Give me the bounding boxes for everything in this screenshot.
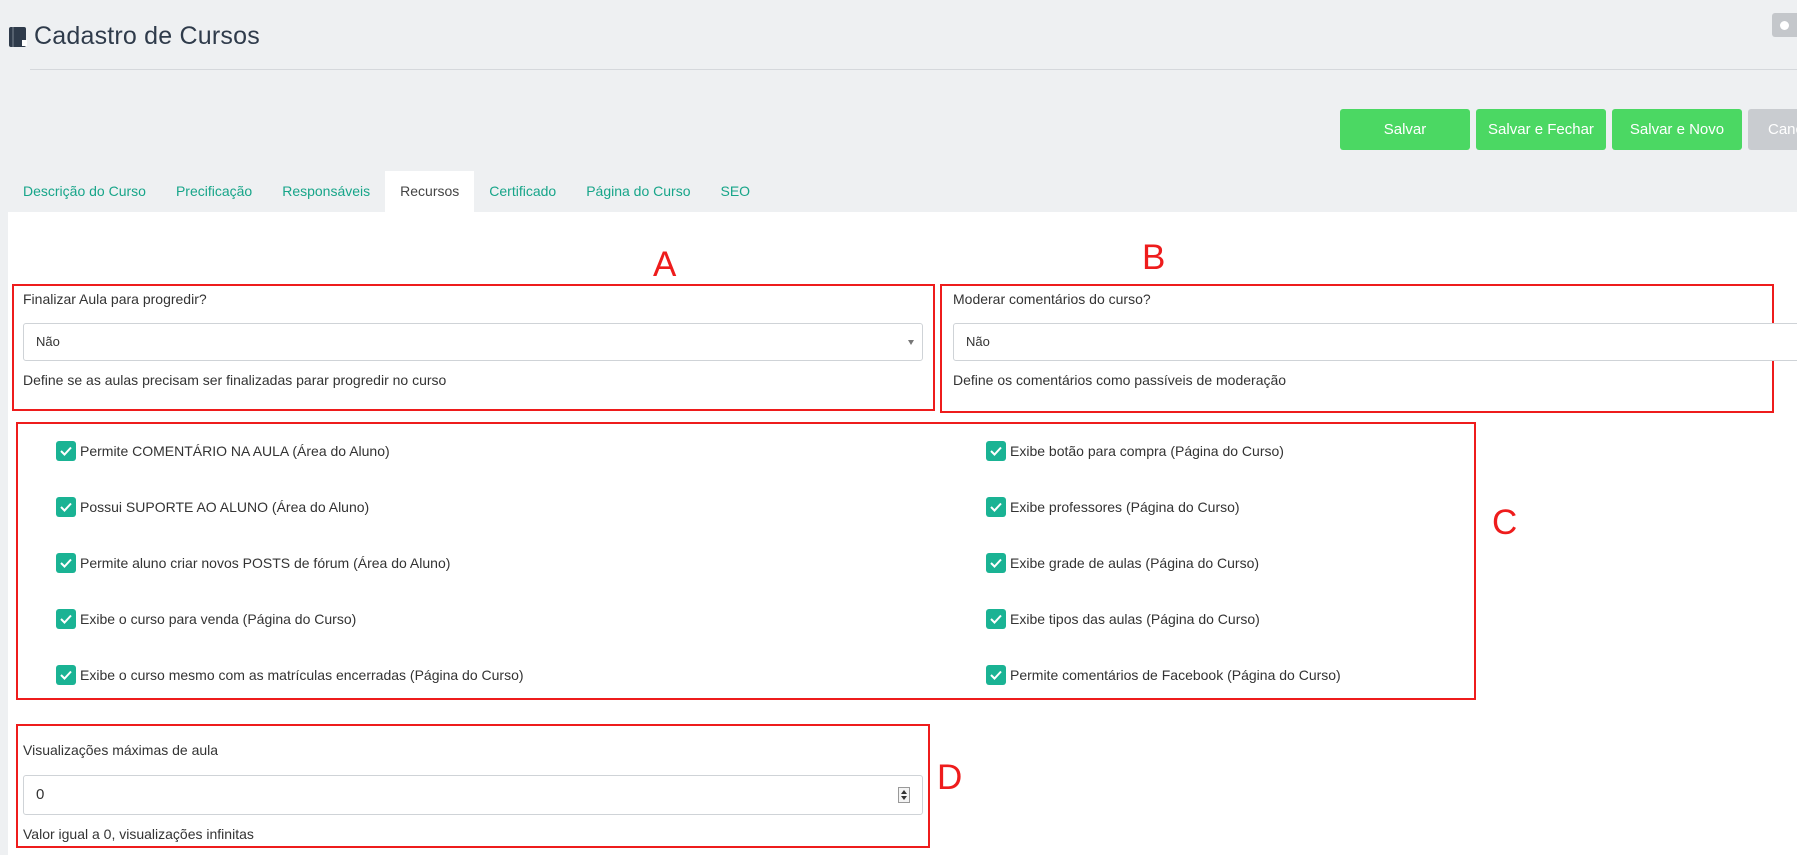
chevron-down-icon <box>908 340 914 345</box>
checkbox-label: Exibe tipos das aulas (Página do Curso) <box>1010 611 1260 627</box>
tab-pagina-do-curso[interactable]: Página do Curso <box>571 171 705 212</box>
circle-icon <box>1780 20 1789 30</box>
save-button[interactable]: Salvar <box>1340 109 1470 150</box>
title-divider <box>30 69 1797 70</box>
checkbox-checked-icon[interactable] <box>986 553 1006 573</box>
checkbox-checked-icon[interactable] <box>56 665 76 685</box>
annotation-label-a: A <box>653 245 677 284</box>
tab-recursos[interactable]: Recursos <box>385 171 475 212</box>
annotation-label-d: D <box>937 758 963 797</box>
checkbox-label: Exibe grade de aulas (Página do Curso) <box>1010 555 1260 571</box>
checkbox-row[interactable]: Exibe grade de aulas (Página do Curso) <box>986 553 1259 573</box>
save-and-new-button[interactable]: Salvar e Novo <box>1612 109 1742 150</box>
checkbox-row[interactable]: Permite aluno criar novos POSTS de fórum… <box>56 553 450 573</box>
max-views-input[interactable]: 0 <box>23 775 923 815</box>
checkbox-row[interactable]: Possui SUPORTE AO ALUNO (Área do Aluno) <box>56 497 369 517</box>
finish-lesson-help: Define se as aulas precisam ser finaliza… <box>23 372 447 388</box>
action-toolbar: Salvar Salvar e Fechar Salvar e Novo Can… <box>1340 109 1797 150</box>
checkbox-row[interactable]: Exibe o curso mesmo com as matrículas en… <box>56 665 524 685</box>
checkbox-row[interactable]: Exibe o curso para venda (Página do Curs… <box>56 609 356 629</box>
moderate-comments-value: Não <box>966 334 990 349</box>
checkbox-row[interactable]: Exibe tipos das aulas (Página do Curso) <box>986 609 1260 629</box>
checkbox-checked-icon[interactable] <box>986 609 1006 629</box>
page-header: Cadastro de Cursos <box>8 22 260 51</box>
cancel-button[interactable]: Canc <box>1748 109 1797 150</box>
finish-lesson-select[interactable]: Não <box>23 323 923 361</box>
max-views-help: Valor igual a 0, visualizações infinitas <box>23 826 254 842</box>
checkbox-checked-icon[interactable] <box>986 665 1006 685</box>
tab-descricao[interactable]: Descrição do Curso <box>8 171 161 212</box>
annotation-label-c: C <box>1492 503 1518 542</box>
checkbox-row[interactable]: Exibe botão para compra (Página do Curso… <box>986 441 1284 461</box>
tab-bar: Descrição do Curso Precificação Responsá… <box>8 171 765 212</box>
max-views-label: Visualizações máximas de aula <box>23 742 219 758</box>
moderate-comments-label: Moderar comentários do curso? <box>953 291 1151 307</box>
corner-toggle-button[interactable] <box>1772 13 1797 37</box>
checkbox-label: Exibe botão para compra (Página do Curso… <box>1010 443 1284 459</box>
checkbox-row[interactable]: Permite comentários de Facebook (Página … <box>986 665 1341 685</box>
tab-precificacao[interactable]: Precificação <box>161 171 267 212</box>
checkbox-label: Permite aluno criar novos POSTS de fórum… <box>80 555 451 571</box>
tab-responsaveis[interactable]: Responsáveis <box>267 171 385 212</box>
annotation-label-b: B <box>1142 238 1166 277</box>
number-spinner-icon[interactable] <box>898 787 910 803</box>
checkbox-label: Exibe o curso para venda (Página do Curs… <box>80 611 357 627</box>
book-icon <box>8 26 28 48</box>
moderate-comments-select[interactable]: Não <box>953 323 1797 361</box>
save-and-close-button[interactable]: Salvar e Fechar <box>1476 109 1606 150</box>
checkbox-checked-icon[interactable] <box>56 553 76 573</box>
tab-seo[interactable]: SEO <box>706 171 766 212</box>
moderate-comments-help: Define os comentários como passíveis de … <box>953 372 1287 388</box>
checkbox-label: Possui SUPORTE AO ALUNO (Área do Aluno) <box>80 499 370 515</box>
checkbox-checked-icon[interactable] <box>56 441 76 461</box>
finish-lesson-value: Não <box>36 334 60 349</box>
checkbox-label: Permite COMENTÁRIO NA AULA (Área do Alun… <box>80 443 390 459</box>
checkbox-row[interactable]: Permite COMENTÁRIO NA AULA (Área do Alun… <box>56 441 390 461</box>
checkbox-label: Exibe professores (Página do Curso) <box>1010 499 1240 515</box>
checkbox-row[interactable]: Exibe professores (Página do Curso) <box>986 497 1240 517</box>
checkbox-checked-icon[interactable] <box>56 497 76 517</box>
page-title: Cadastro de Cursos <box>34 22 260 50</box>
checkbox-checked-icon[interactable] <box>986 497 1006 517</box>
checkbox-label: Exibe o curso mesmo com as matrículas en… <box>80 667 524 683</box>
checkbox-checked-icon[interactable] <box>986 441 1006 461</box>
checkbox-label: Permite comentários de Facebook (Página … <box>1010 667 1341 683</box>
checkbox-checked-icon[interactable] <box>56 609 76 629</box>
finish-lesson-label: Finalizar Aula para progredir? <box>23 291 207 307</box>
max-views-value: 0 <box>36 786 45 803</box>
tab-certificado[interactable]: Certificado <box>474 171 571 212</box>
